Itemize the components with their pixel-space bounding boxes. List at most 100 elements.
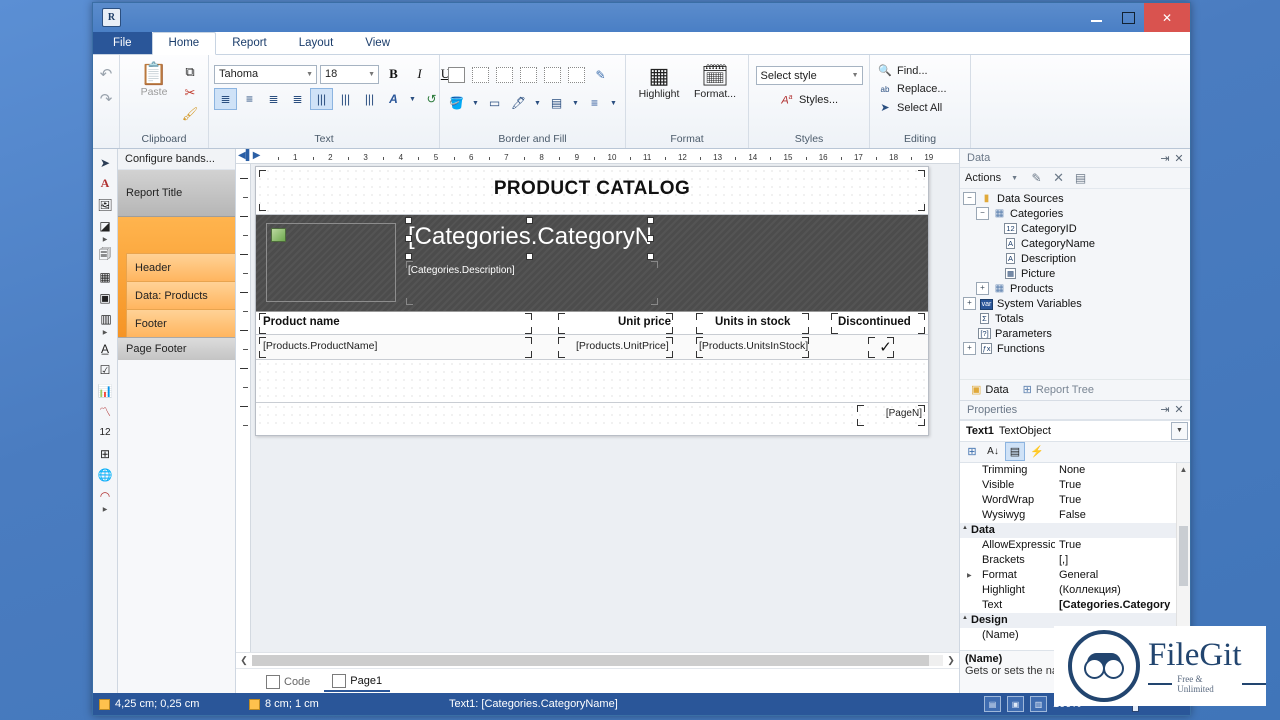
tab-report-tree[interactable]: ⊞ Report Tree bbox=[1018, 382, 1099, 397]
align-justify-icon[interactable]: ≣ bbox=[286, 88, 309, 110]
page-area[interactable]: PRODUCT CATALOG [Categories.CategoryNam bbox=[251, 164, 959, 652]
report-page[interactable]: PRODUCT CATALOG [Categories.CategoryNam bbox=[255, 166, 929, 436]
shape-more-caret-icon[interactable]: ▶ bbox=[103, 237, 108, 244]
report-title-text[interactable]: PRODUCT CATALOG bbox=[256, 178, 928, 200]
resize-handle-s[interactable] bbox=[526, 253, 533, 260]
align-right-icon[interactable]: ≣ bbox=[262, 88, 285, 110]
data-tree-node[interactable]: ACategoryName bbox=[963, 236, 1190, 251]
border-settings-icon[interactable]: ✎ bbox=[589, 64, 612, 86]
bold-button[interactable]: B bbox=[382, 63, 405, 85]
picture-icon[interactable]: 🖼 bbox=[96, 195, 115, 214]
sparkline-icon[interactable]: 〽 bbox=[96, 402, 115, 421]
data-product-name[interactable]: [Products.ProductName] bbox=[263, 340, 377, 352]
fill-color-icon[interactable]: 🪣 bbox=[445, 92, 468, 114]
data-tree-node[interactable]: +varSystem Variables bbox=[963, 296, 1190, 311]
tab-file[interactable]: File bbox=[93, 32, 152, 54]
data-tree-node[interactable]: +▦Products bbox=[963, 281, 1190, 296]
property-row[interactable]: AllowExpressionTrue bbox=[960, 538, 1177, 553]
data-unit-price[interactable]: [Products.UnitPrice] bbox=[576, 340, 669, 352]
data-tree-node[interactable]: −▦Categories bbox=[963, 206, 1190, 221]
scroll-up-button[interactable]: ▲ bbox=[1180, 463, 1188, 476]
copy-icon[interactable]: ⧉ bbox=[180, 62, 200, 81]
border-none-icon[interactable] bbox=[565, 64, 588, 86]
header-discontinued[interactable]: Discontinued bbox=[838, 316, 911, 328]
border-width-dropdown-icon[interactable]: ▼ bbox=[607, 92, 620, 114]
scroll-thumb[interactable] bbox=[1179, 526, 1188, 586]
report-title-band[interactable]: PRODUCT CATALOG bbox=[256, 167, 928, 215]
map-icon[interactable]: 🌐 bbox=[96, 465, 115, 484]
align-center-icon[interactable]: ≡ bbox=[238, 88, 261, 110]
maximize-button[interactable] bbox=[1112, 3, 1144, 32]
paste-button[interactable]: 📋 Paste bbox=[128, 60, 180, 98]
tree-expander-icon[interactable]: − bbox=[963, 192, 976, 205]
tab-layout[interactable]: Layout bbox=[283, 33, 350, 54]
data-tree[interactable]: −▮Data Sources−▦Categories12CategoryIDAC… bbox=[960, 189, 1190, 379]
property-row[interactable]: VisibleTrue bbox=[960, 478, 1177, 493]
property-value[interactable]: None bbox=[1055, 464, 1177, 476]
data-tree-node[interactable]: −▮Data Sources bbox=[963, 191, 1190, 206]
richtext-icon[interactable]: A̲ bbox=[96, 339, 115, 358]
property-row[interactable]: Brackets[,] bbox=[960, 553, 1177, 568]
barcode-more-caret-icon[interactable]: ▶ bbox=[103, 330, 108, 337]
property-row[interactable]: WordWrapTrue bbox=[960, 493, 1177, 508]
table-icon[interactable]: ▦ bbox=[96, 267, 115, 286]
data-tree-node[interactable]: [?]Parameters bbox=[963, 326, 1190, 341]
select-all-button[interactable]: ➤ Select All bbox=[875, 100, 945, 115]
products-data-band[interactable]: [Products.ProductName] [Products.UnitPri… bbox=[256, 335, 928, 360]
border-style-dropdown-icon[interactable]: ▼ bbox=[569, 92, 582, 114]
data-tree-node[interactable]: ▦Picture bbox=[963, 266, 1190, 281]
replace-button[interactable]: ab Replace... bbox=[875, 82, 950, 96]
band-header[interactable]: Header bbox=[126, 253, 235, 281]
font-color-icon[interactable]: A bbox=[382, 88, 405, 110]
property-row[interactable]: ▶FormatGeneral bbox=[960, 568, 1177, 583]
property-value[interactable]: False bbox=[1055, 509, 1177, 521]
property-row[interactable]: TrimmingNone bbox=[960, 463, 1177, 478]
redo-icon[interactable]: ↷ bbox=[96, 89, 116, 108]
shape-icon[interactable]: ◪ bbox=[96, 216, 115, 235]
band-page-footer[interactable]: Page Footer bbox=[118, 337, 235, 360]
band-report-title[interactable]: Report Title bbox=[118, 170, 235, 217]
close-icon[interactable]: ✕ bbox=[1172, 152, 1186, 165]
border-left-icon[interactable] bbox=[469, 64, 492, 86]
tree-expander-icon[interactable]: − bbox=[976, 207, 989, 220]
ruler-split-icon[interactable]: ◀▌▶ bbox=[238, 150, 260, 161]
chevron-down-icon[interactable]: ▼ bbox=[1171, 422, 1188, 440]
chevron-down-icon[interactable]: ▼ bbox=[1006, 170, 1023, 186]
property-row[interactable]: Highlight(Коллекция) bbox=[960, 583, 1177, 598]
style-select-combo[interactable]: Select style ▼ bbox=[756, 66, 863, 85]
border-width-icon[interactable]: ≡ bbox=[583, 92, 606, 114]
property-row[interactable]: Text[Categories.Category bbox=[960, 598, 1177, 613]
gauge-icon[interactable]: ◠ bbox=[96, 486, 115, 505]
events-icon[interactable]: ⚡ bbox=[1028, 443, 1046, 460]
view-data-icon[interactable]: ▤ bbox=[1072, 170, 1089, 186]
close-button[interactable]: ✕ bbox=[1144, 3, 1190, 32]
properties-object-selector[interactable]: Text1 TextObject ▼ bbox=[960, 420, 1190, 442]
property-grid[interactable]: TrimmingNoneVisibleTrueWordWrapTrueWysiw… bbox=[960, 463, 1190, 651]
band-data-categories[interactable]: Data: Categories Header Data: Products F… bbox=[118, 217, 235, 337]
products-header-band[interactable]: Product name Unit price Units in stock D… bbox=[256, 312, 928, 335]
header-product-name[interactable]: Product name bbox=[263, 316, 340, 328]
border-right-icon[interactable] bbox=[493, 64, 516, 86]
align-bottom-icon[interactable]: ||| bbox=[358, 88, 381, 110]
border-color-dropdown-icon[interactable]: ▼ bbox=[531, 92, 544, 114]
data-tree-node[interactable]: ADescription bbox=[963, 251, 1190, 266]
configure-bands-button[interactable]: Configure bands... bbox=[118, 149, 235, 170]
tree-expander-icon[interactable]: + bbox=[963, 297, 976, 310]
resize-handle-ne[interactable] bbox=[647, 217, 654, 224]
property-value[interactable]: True bbox=[1055, 479, 1177, 491]
zipcode-icon[interactable]: 12 bbox=[96, 423, 115, 442]
border-style-icon[interactable]: ▤ bbox=[545, 92, 568, 114]
preview-view-icon[interactable]: ▣ bbox=[1007, 696, 1024, 712]
property-category-row[interactable]: Data bbox=[960, 523, 1177, 538]
styles-button[interactable]: Aa Styles... bbox=[777, 93, 841, 108]
format-button[interactable]: 🗓 Format... bbox=[689, 62, 741, 100]
align-left-icon[interactable]: ≣ bbox=[214, 88, 237, 110]
text-icon[interactable]: A bbox=[96, 174, 115, 193]
page-footer-band[interactable]: [PageN] bbox=[256, 403, 928, 430]
font-name-combo[interactable]: Tahoma ▼ bbox=[214, 65, 317, 84]
tree-expander-icon[interactable]: + bbox=[963, 342, 976, 355]
gauge-more-caret-icon[interactable]: ▶ bbox=[103, 507, 108, 514]
scroll-thumb[interactable] bbox=[252, 655, 929, 666]
close-icon[interactable]: ✕ bbox=[1172, 403, 1186, 416]
pin-icon[interactable]: ⇥ bbox=[1158, 152, 1172, 165]
